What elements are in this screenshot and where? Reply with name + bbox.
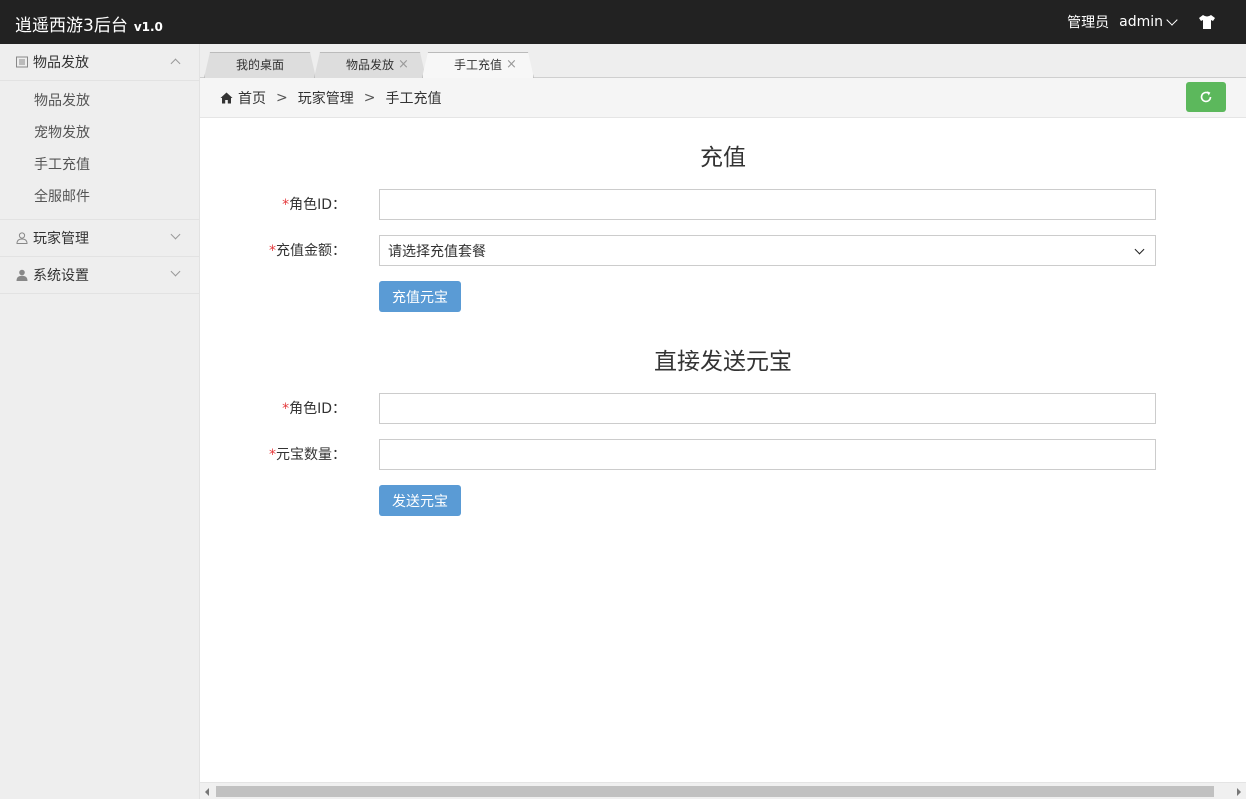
app-version: v1.0	[133, 20, 163, 34]
recharge-amount-label: *充值金额：	[269, 243, 346, 259]
submenu-items: 物品发放 宠物发放 手工充值 全服邮件	[0, 80, 199, 219]
scroll-left-arrow-icon[interactable]	[205, 788, 209, 796]
recharge-amount-selected: 请选择充值套餐	[388, 243, 486, 260]
scrollbar-thumb[interactable]	[216, 786, 1214, 797]
sidebar: 物品发放 物品发放 宠物发放 手工充值 全服邮件 玩家管理 系统设置	[0, 44, 200, 799]
sidebar-item-manual-recharge[interactable]: 手工充值	[0, 149, 199, 181]
menu-head-players[interactable]: 玩家管理	[0, 220, 199, 256]
direct-send-button[interactable]: 发送元宝	[379, 485, 461, 516]
chevron-down-icon	[170, 266, 181, 277]
top-right-area: 管理员 admin	[1067, 0, 1246, 44]
direct-send-title: 直接发送元宝	[654, 349, 792, 375]
home-icon	[220, 92, 233, 103]
tab-manual-recharge[interactable]: 手工充值 ×	[422, 52, 534, 78]
main-content: 充值 *角色ID： *充值金额： 请选择充值套餐 充值元宝 直接发送元宝 *角色…	[200, 118, 1246, 782]
breadcrumb-players[interactable]: 玩家管理	[298, 88, 354, 108]
tab-label: 手工充值	[453, 58, 502, 72]
direct-role-id-label: *角色ID：	[282, 401, 346, 417]
username: admin	[1119, 14, 1163, 30]
recharge-role-id-label: *角色ID：	[282, 197, 346, 213]
sidebar-item-item-grant[interactable]: 物品发放	[0, 85, 199, 117]
menu-group-items: 物品发放 物品发放 宠物发放 手工充值 全服邮件	[0, 44, 199, 220]
direct-count-label: *元宝数量：	[269, 447, 346, 463]
user-icon	[16, 269, 28, 281]
chevron-down-icon	[170, 229, 181, 240]
chevron-down-icon	[1166, 14, 1178, 26]
required-mark: *	[269, 243, 276, 259]
chevron-down-icon	[1134, 244, 1145, 255]
refresh-icon	[1200, 91, 1212, 103]
menu-head-items[interactable]: 物品发放	[0, 44, 199, 80]
horizontal-scrollbar[interactable]	[200, 782, 1246, 799]
tab-item-grant[interactable]: 物品发放 ×	[314, 52, 426, 78]
breadcrumb-home[interactable]: 首页	[238, 88, 266, 108]
close-icon[interactable]: ×	[506, 52, 517, 78]
scroll-right-arrow-icon[interactable]	[1237, 788, 1241, 796]
refresh-button[interactable]	[1186, 82, 1226, 112]
tab-bar: 我的桌面 物品发放 × 手工充值 ×	[200, 44, 1246, 78]
required-mark: *	[269, 447, 276, 463]
menu-head-label: 物品发放	[33, 55, 89, 71]
direct-count-input[interactable]	[379, 439, 1156, 470]
close-icon[interactable]: ×	[398, 52, 409, 78]
user-outline-icon	[16, 232, 28, 244]
recharge-amount-select[interactable]: 请选择充值套餐	[379, 235, 1156, 266]
recharge-title: 充值	[700, 145, 746, 171]
tshirt-icon[interactable]	[1198, 14, 1216, 30]
breadcrumb-separator: >	[276, 89, 288, 106]
admin-role-label: 管理员	[1067, 15, 1110, 31]
list-icon	[16, 56, 28, 68]
top-bar: 逍遥西游3后台 v1.0 管理员 admin	[0, 0, 1246, 44]
recharge-role-id-input[interactable]	[379, 189, 1156, 220]
user-menu[interactable]: admin	[1119, 14, 1178, 30]
menu-head-label: 玩家管理	[33, 231, 89, 247]
app-title: 逍遥西游3后台	[15, 16, 128, 36]
chevron-up-icon	[170, 58, 181, 69]
sidebar-item-pet-grant[interactable]: 宠物发放	[0, 117, 199, 149]
sidebar-item-server-mail[interactable]: 全服邮件	[0, 181, 199, 213]
recharge-submit-button[interactable]: 充值元宝	[379, 281, 461, 312]
menu-head-label: 系统设置	[33, 268, 89, 284]
tab-desktop[interactable]: 我的桌面	[204, 52, 316, 78]
tab-label: 物品发放	[345, 58, 394, 72]
menu-group-settings: 系统设置	[0, 257, 199, 294]
breadcrumb: 首页 > 玩家管理 > 手工充值	[200, 78, 1246, 118]
menu-group-players: 玩家管理	[0, 220, 199, 257]
breadcrumb-separator: >	[363, 89, 376, 106]
tab-label: 我的桌面	[235, 58, 284, 72]
app-logo[interactable]: 逍遥西游3后台 v1.0	[15, 11, 163, 36]
breadcrumb-current: 手工充值	[385, 90, 442, 107]
direct-role-id-input[interactable]	[379, 393, 1156, 424]
menu-head-settings[interactable]: 系统设置	[0, 257, 199, 293]
